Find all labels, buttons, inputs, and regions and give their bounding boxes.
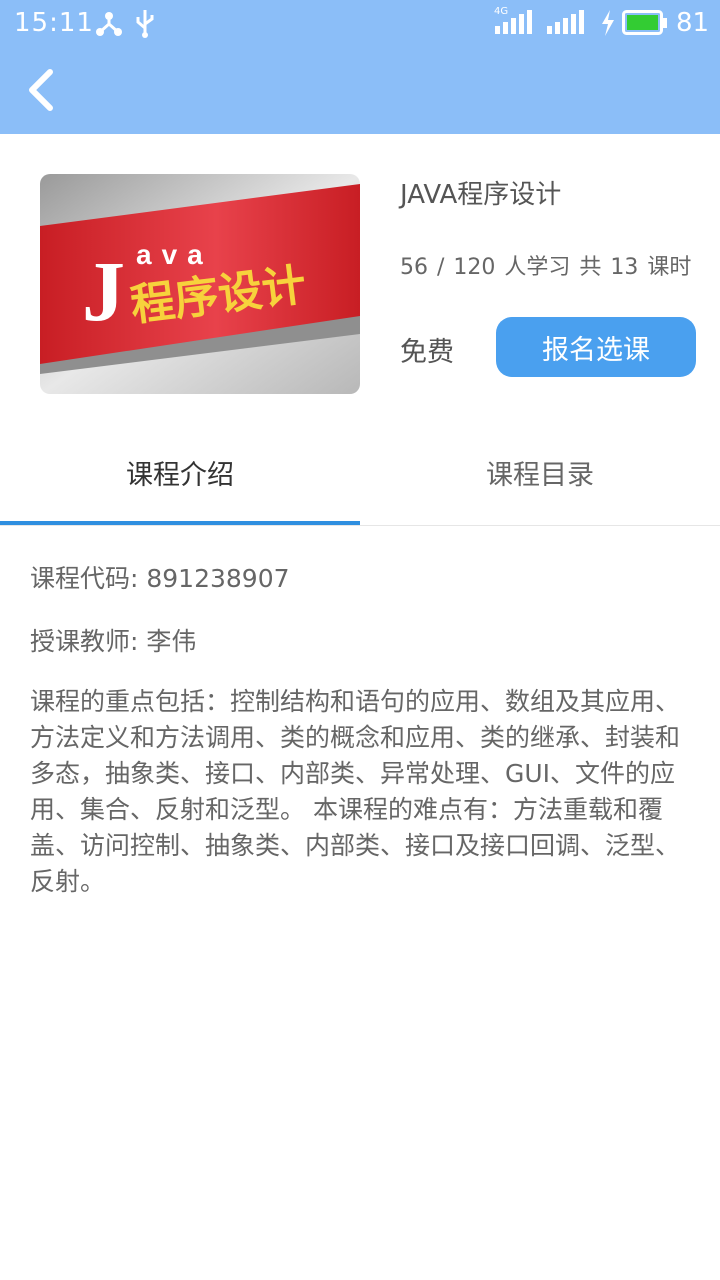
- tab-divider: [0, 525, 720, 526]
- signal-4g-icon: [495, 10, 532, 34]
- course-cover-image: J ava 程序设计: [40, 174, 360, 394]
- course-title: JAVA程序设计: [400, 180, 562, 210]
- chevron-left-icon: [29, 69, 53, 111]
- course-stats: 56 / 120 人学习 共 13 课时: [400, 255, 692, 280]
- active-tab-indicator: [0, 521, 360, 525]
- course-description: 课程的重点包括：控制结构和语句的应用、数组及其应用、方法定义和方法调用、类的概念…: [30, 687, 681, 896]
- app-header: [0, 48, 720, 134]
- status-bar: 15:11 4G 81: [0, 0, 720, 48]
- status-time: 15:11: [14, 8, 94, 38]
- charging-icon: [602, 10, 614, 36]
- cover-java-initial: J: [82, 243, 125, 339]
- course-code: 课程代码: 891238907: [30, 564, 290, 593]
- battery-level: 81: [676, 8, 710, 38]
- signal-icon: [547, 10, 584, 34]
- course-teacher: 授课教师: 李伟: [30, 627, 197, 656]
- battery-icon: [622, 10, 667, 35]
- enroll-button[interactable]: 报名选课: [496, 317, 696, 377]
- tab-course-catalog[interactable]: 课程目录: [360, 432, 720, 512]
- course-price: 免费: [400, 337, 454, 368]
- usb-icon: [136, 10, 154, 38]
- back-button[interactable]: [18, 62, 74, 118]
- tab-course-intro[interactable]: 课程介绍: [0, 432, 360, 512]
- usb-tether-icon: [96, 12, 122, 36]
- cover-java-suffix: ava: [136, 239, 213, 270]
